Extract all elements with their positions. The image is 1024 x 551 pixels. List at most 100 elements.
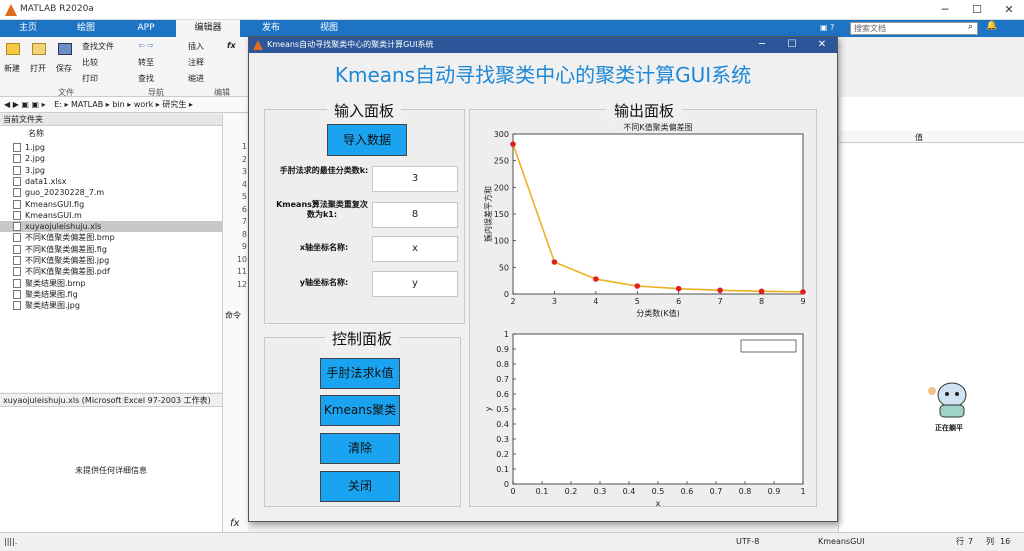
file-list-item[interactable]: KmeansGUI.m — [0, 210, 222, 221]
insert-button[interactable]: 插入 — [188, 41, 204, 52]
file-icon — [13, 289, 21, 299]
legend-box — [740, 339, 797, 353]
tab-home[interactable]: 主页 — [8, 20, 48, 37]
close-button[interactable]: 关闭 — [320, 471, 400, 502]
best-k-field[interactable]: 3 — [372, 166, 458, 192]
print-button[interactable]: 打印 — [82, 73, 98, 84]
data-point — [510, 141, 516, 147]
new-button[interactable]: 新建 — [4, 63, 20, 74]
path-segment[interactable]: 研究生 — [162, 100, 186, 109]
gui-close-icon[interactable]: ✕ — [807, 37, 837, 53]
file-icon — [13, 154, 21, 164]
line-number: 1 — [241, 142, 247, 151]
search-documentation-input[interactable]: 搜索文档 — [850, 22, 978, 35]
gui-window-title: Kmeans自动寻找聚类中心的聚类计算GUI系统 — [267, 40, 434, 49]
y-tick-label: 0 — [504, 480, 509, 489]
file-list-item[interactable]: 不同K值聚类偏差图.bmp — [0, 232, 222, 243]
quick-access-icons[interactable]: ▣ ? — [820, 23, 846, 34]
details-panel: 未提供任何详细信息 — [0, 407, 222, 532]
command-window-tab[interactable]: 命令 — [225, 310, 241, 321]
indent-button[interactable]: 缩进 — [188, 73, 204, 84]
compare-button[interactable]: 比较 — [82, 57, 98, 68]
file-name: 2.jpg — [25, 154, 46, 164]
maximize-icon[interactable]: ☐ — [962, 2, 992, 18]
goto-button[interactable]: 转至 — [138, 57, 154, 68]
file-name: 聚类结果图.bmp — [25, 278, 86, 288]
path-segment[interactable]: E: — [48, 100, 62, 109]
y-tick-label: 100 — [494, 237, 509, 246]
find-files-button[interactable]: 查找文件 — [82, 41, 114, 52]
data-point — [717, 287, 723, 294]
path-segment[interactable]: bin — [112, 100, 124, 109]
line-number: 12 — [236, 279, 247, 289]
file-list-item[interactable]: 不同K值聚类偏差图.fig — [0, 244, 222, 255]
file-list-item[interactable]: data1.xlsx — [0, 176, 222, 187]
kmeans-cluster-button[interactable]: Kmeans聚类 — [320, 395, 400, 426]
file-list-item[interactable]: 聚类结果图.bmp — [0, 278, 222, 289]
line-number: 10 — [236, 254, 247, 264]
file-name: 聚类结果图.fig — [25, 289, 78, 299]
tab-publish[interactable]: 发布 — [248, 20, 294, 37]
file-list-item[interactable]: KmeansGUI.fig — [0, 199, 222, 210]
y-tick-label: 1 — [504, 330, 509, 339]
line-number: 11 — [236, 267, 247, 276]
file-list-item[interactable]: 不同K值聚类偏差图.pdf — [0, 266, 222, 277]
file-icon — [13, 199, 21, 209]
x-tick-label: 6 — [676, 297, 681, 306]
data-point — [593, 276, 599, 282]
find-button[interactable]: 查找 — [138, 73, 154, 84]
gui-maximize-icon[interactable]: ☐ — [777, 37, 807, 53]
comment-button[interactable]: 注释 — [188, 57, 204, 68]
field-label: Kmeans算法聚类重复次数为k1: — [276, 200, 368, 219]
path-segment[interactable]: work — [134, 100, 153, 109]
repeat-k1-field[interactable]: 8 — [372, 202, 458, 228]
x-axis-label: x — [656, 499, 661, 508]
search-icon[interactable]: ⌕ — [968, 22, 978, 32]
file-name: 1.jpg — [25, 143, 46, 152]
file-list-item[interactable]: 聚类结果图.fig — [0, 289, 222, 300]
file-name: KmeansGUI.fig — [25, 199, 85, 209]
file-list-item[interactable]: 不同K值聚类偏差图.jpg — [0, 255, 222, 266]
save-button[interactable]: 保存 — [56, 63, 72, 74]
status-col: 16 — [1000, 537, 1011, 546]
path-segment[interactable]: MATLAB — [71, 100, 103, 109]
kmeans-gui-window: Kmeans自动寻找聚类中心的聚类计算GUI系统 ─ ☐ ✕ Kmeans自动寻… — [248, 36, 838, 522]
output-panel: 输出面板 2 3 4 5 6 7 8 9 0 50 100 150 200 250 300 不同K值聚类偏差图… — [469, 100, 817, 508]
file-list-item[interactable]: 聚类结果图.jpg — [0, 300, 222, 311]
name-column-header[interactable]: 名称 — [28, 128, 44, 139]
back-forward-icons[interactable]: ⇦ ⇨ — [138, 41, 154, 50]
file-list-item[interactable]: 2.jpg — [0, 153, 222, 164]
x-tick-label: 8 — [759, 297, 764, 306]
gui-minimize-icon[interactable]: ─ — [747, 37, 777, 53]
tab-view[interactable]: 视图 — [306, 20, 352, 37]
tab-plots[interactable]: 绘图 — [64, 20, 108, 37]
file-list-item[interactable]: 3.jpg — [0, 165, 222, 176]
fx-icon[interactable]: fx — [227, 41, 236, 50]
app-title: MATLAB R2020a — [20, 4, 94, 14]
tab-editor[interactable]: 编辑器 — [176, 20, 240, 37]
file-icon — [13, 267, 21, 277]
y-axis-name-field[interactable]: y — [372, 271, 458, 297]
minimize-icon[interactable]: ─ — [930, 2, 960, 18]
tab-apps[interactable]: APP — [124, 20, 168, 37]
path-bar[interactable]: ◀ ▶ ▣ ▣ ▸ E: ▸ MATLAB ▸ bin ▸ work ▸ 研究生… — [0, 97, 250, 113]
nav-arrows-icon[interactable]: ◀ ▶ ▣ ▣ ▸ — [0, 100, 46, 109]
open-button[interactable]: 打开 — [30, 63, 46, 74]
x-tick-label: 0.3 — [594, 487, 607, 496]
file-list-item[interactable]: 1.jpg — [0, 142, 222, 153]
file-list-item[interactable]: xuyaojuleishuju.xls — [0, 221, 222, 233]
close-icon[interactable]: ✕ — [994, 2, 1024, 18]
x-tick-label: 0.8 — [739, 487, 752, 496]
matlab-titlebar: MATLAB R2020a ─ ☐ ✕ — [0, 0, 1024, 20]
axes-box — [512, 333, 804, 485]
x-tick-label: 0.5 — [652, 487, 665, 496]
clear-button[interactable]: 清除 — [320, 433, 400, 464]
notification-icon[interactable]: 🔔 — [986, 21, 997, 31]
file-list-item[interactable]: guo_20230228_7.m — [0, 187, 222, 198]
elbow-method-button[interactable]: 手肘法求k值 — [320, 358, 400, 389]
cluster-result-chart: 0 0.1 0.2 0.3 0.4 0.5 0.6 0.7 0.8 0.9 1 0 0.1 0.2 0.3 0… — [484, 330, 806, 508]
import-data-button[interactable]: 导入数据 — [327, 124, 407, 156]
x-tick-label: 0.4 — [623, 487, 636, 496]
elbow-chart: 2 3 4 5 6 7 8 9 0 50 100 150 200 250 300 不同K值聚类偏差图分类数(K… — [483, 122, 806, 318]
x-axis-name-field[interactable]: x — [372, 236, 458, 262]
